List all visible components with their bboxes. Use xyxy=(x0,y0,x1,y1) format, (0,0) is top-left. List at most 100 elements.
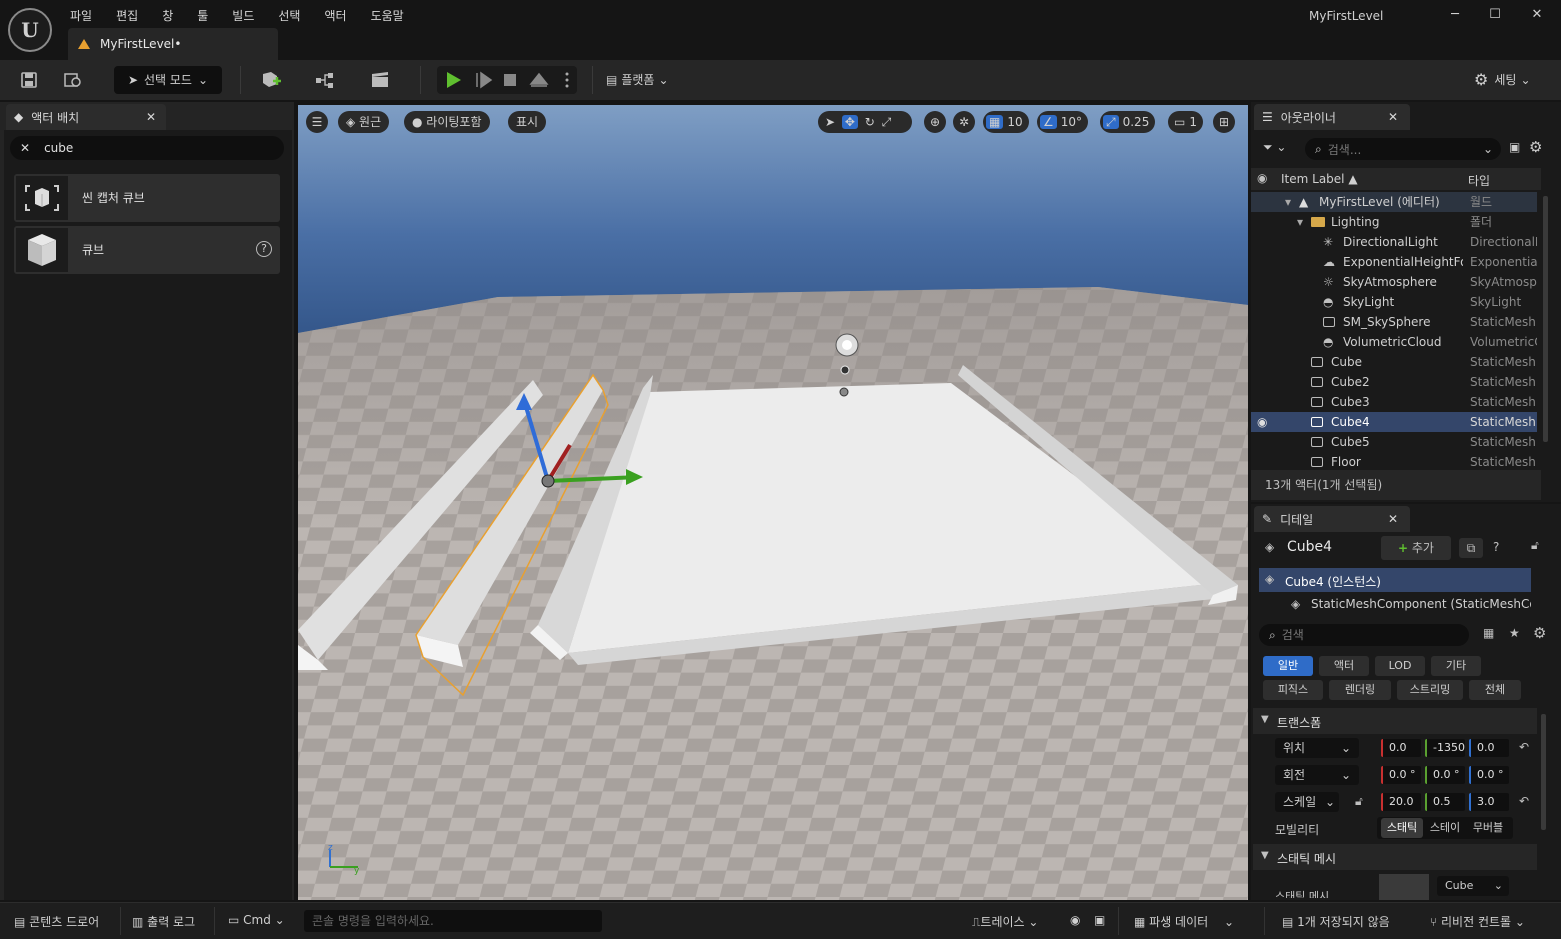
move-tool-icon[interactable]: ✥ xyxy=(841,115,858,129)
content-drawer-button[interactable]: ▤ 콘텐츠 드로어 xyxy=(14,913,99,930)
outliner-settings-icon[interactable]: ⚙ xyxy=(1529,138,1542,156)
unsaved-button[interactable]: ▤ 1개 저장되지 않음 xyxy=(1282,913,1390,930)
outliner-row[interactable]: ☼ SkyAtmosphere SkyAtmosp xyxy=(1251,272,1537,292)
outliner-row-selected[interactable]: ◉ Cube4 StaticMesh. xyxy=(1251,412,1537,432)
filter-misc[interactable]: 기타 xyxy=(1431,656,1481,676)
mobility-stationary[interactable]: 스테이 xyxy=(1425,818,1465,838)
console-input[interactable]: 콘솔 명령을 입력하세요. xyxy=(304,910,602,932)
outliner-scrollbar[interactable] xyxy=(1543,196,1548,442)
scale-z-field[interactable]: 3.0 xyxy=(1469,793,1509,811)
menu-actor[interactable]: 액터 xyxy=(324,7,346,24)
filter-physics[interactable]: 피직스 xyxy=(1263,680,1323,700)
add-actor-icon[interactable] xyxy=(252,66,292,94)
lock-scale-icon[interactable]: 🔓︎ xyxy=(1355,794,1363,809)
viewport-layout-icon[interactable]: ⊞ xyxy=(1213,111,1235,133)
table-view-icon[interactable]: ▦ xyxy=(1483,626,1494,640)
menu-edit[interactable]: 편집 xyxy=(116,7,138,24)
clear-search-icon[interactable]: ✕ xyxy=(20,141,30,155)
transform-section-header[interactable]: ▼ 트랜스폼 xyxy=(1253,708,1537,734)
perspective-button[interactable]: ◈ 원근 xyxy=(338,111,390,133)
col-type[interactable]: 타입 xyxy=(1468,172,1490,189)
rotation-y-field[interactable]: 0.0 ° xyxy=(1425,766,1465,784)
filter-actor[interactable]: 액터 xyxy=(1319,656,1369,676)
world-local-icon[interactable]: ⊕ xyxy=(924,111,946,133)
menu-help[interactable]: 도움말 xyxy=(371,7,404,24)
star-icon[interactable]: ★ xyxy=(1509,626,1520,640)
outliner-row[interactable]: Cube3 StaticMesh. xyxy=(1251,392,1537,412)
help-icon[interactable]: ? xyxy=(1493,540,1499,554)
add-component-button[interactable]: + 추가 xyxy=(1381,536,1451,560)
browse-icon[interactable] xyxy=(58,66,88,94)
col-item-label[interactable]: Item Label ▲ xyxy=(1281,172,1358,186)
details-tab[interactable]: ✎ 디테일 ✕ xyxy=(1254,506,1410,532)
blueprint-icon[interactable]: ⧉ xyxy=(1459,538,1483,558)
location-y-field[interactable]: -1350 xyxy=(1425,739,1465,757)
asset-item-scene-capture-cube[interactable]: 씬 캡처 큐브 xyxy=(14,174,280,222)
record-icon[interactable]: ◉ xyxy=(1070,913,1080,927)
mobility-static[interactable]: 스태틱 xyxy=(1381,818,1423,838)
camera-speed-button[interactable]: ▭ 1 xyxy=(1168,111,1203,133)
visibility-icon[interactable]: ◉ xyxy=(1257,412,1267,432)
outliner-row[interactable]: ◓ SkyLight SkyLight xyxy=(1251,292,1537,312)
details-settings-icon[interactable]: ⚙ xyxy=(1533,624,1546,642)
outliner-row[interactable]: ▾ Lighting 폴더 xyxy=(1251,212,1537,232)
cmd-dropdown[interactable]: ▭ Cmd ⌄ xyxy=(228,913,285,927)
filter-icon[interactable]: ⏷ ⌄ xyxy=(1263,140,1286,155)
settings-dropdown[interactable]: ⚙ 세팅 ⌄ xyxy=(1474,66,1544,94)
show-button[interactable]: 표시 xyxy=(508,111,547,133)
save-icon[interactable] xyxy=(14,66,44,94)
filter-lod[interactable]: LOD xyxy=(1375,656,1425,676)
surface-snap-icon[interactable]: ✲ xyxy=(953,111,975,133)
maximize-button[interactable]: ☐ xyxy=(1480,4,1510,26)
asset-item-cube[interactable]: 큐브 ? xyxy=(14,226,280,274)
trace-dropdown[interactable]: ⎍트레이스 ⌄ xyxy=(972,913,1038,930)
outliner-row[interactable]: Cube StaticMesh. xyxy=(1251,352,1537,372)
outliner-row[interactable]: ◓ VolumetricCloud VolumetricC xyxy=(1251,332,1537,352)
select-tool-icon[interactable]: ➤ xyxy=(825,115,835,129)
selection-mode-dropdown[interactable]: ➤ 선택 모드 ⌄ xyxy=(114,66,222,94)
outliner-row[interactable]: ▾ ▲ MyFirstLevel (에디터) 월드 xyxy=(1251,192,1537,212)
static-mesh-dropdown[interactable]: Cube ⌄ xyxy=(1437,876,1509,896)
place-actors-tab[interactable]: ◆ 액터 배치 ✕ xyxy=(6,104,166,130)
outliner-search-input[interactable]: ⌕ 검색... ⌄ xyxy=(1305,138,1501,160)
location-z-field[interactable]: 0.0 xyxy=(1469,739,1509,757)
revision-control-dropdown[interactable]: ⑂ 리비전 컨트롤 ⌄ xyxy=(1430,913,1525,930)
blueprint-icon[interactable] xyxy=(306,66,346,94)
rotation-z-field[interactable]: 0.0 ° xyxy=(1469,766,1509,784)
level-document-tab[interactable]: MyFirstLevel• xyxy=(68,28,278,60)
static-mesh-section-header[interactable]: ▼ 스태틱 메시 xyxy=(1253,844,1537,870)
reset-location-icon[interactable]: ↶ xyxy=(1519,740,1529,754)
menu-tools[interactable]: 툴 xyxy=(197,7,208,24)
menu-file[interactable]: 파일 xyxy=(70,7,92,24)
outliner-row[interactable]: SM_SkySphere StaticMesh. xyxy=(1251,312,1537,332)
component-row-selected[interactable]: ◈ Cube4 (인스턴스) xyxy=(1259,568,1531,592)
outliner-tab[interactable]: ☰ 아웃라이너 ✕ xyxy=(1254,104,1410,130)
rotation-dropdown[interactable]: 회전 ⌄ xyxy=(1275,765,1359,785)
close-tab-icon[interactable]: ✕ xyxy=(1388,110,1398,124)
lit-mode-button[interactable]: ● 라이팅포함 xyxy=(404,111,490,133)
menu-select[interactable]: 선택 xyxy=(278,7,300,24)
mesh-thumbnail[interactable] xyxy=(1379,874,1429,900)
close-tab-icon[interactable]: ✕ xyxy=(146,110,156,124)
scale-snap-button[interactable]: ⤢ 0.25 xyxy=(1100,111,1156,133)
screenshot-icon[interactable]: ▣ xyxy=(1094,913,1105,927)
reset-scale-icon[interactable]: ↶ xyxy=(1519,794,1529,808)
menu-window[interactable]: 창 xyxy=(162,7,173,24)
output-log-button[interactable]: ▥ 출력 로그 xyxy=(132,913,195,930)
location-dropdown[interactable]: 위치 ⌄ xyxy=(1275,738,1359,758)
close-button[interactable]: ✕ xyxy=(1522,4,1552,26)
outliner-row[interactable]: ☁ ExponentialHeightFo Exponential xyxy=(1251,252,1537,272)
help-icon[interactable]: ? xyxy=(256,241,272,257)
scale-dropdown[interactable]: 스케일 ⌄ xyxy=(1275,792,1339,812)
filter-rendering[interactable]: 렌더링 xyxy=(1329,680,1391,700)
menu-build[interactable]: 빌드 xyxy=(232,7,254,24)
details-scrollbar[interactable] xyxy=(1541,714,1546,830)
viewport-menu-icon[interactable]: ☰ xyxy=(306,111,328,133)
scale-tool-icon[interactable]: ⤢ xyxy=(882,115,892,129)
cinematics-icon[interactable] xyxy=(362,66,402,94)
lock-icon[interactable]: 🔓︎ xyxy=(1531,538,1539,553)
minimize-button[interactable]: ─ xyxy=(1440,4,1470,26)
outliner-row[interactable]: ✳ DirectionalLight DirectionalL xyxy=(1251,232,1537,252)
add-folder-icon[interactable]: ▣ xyxy=(1509,140,1520,154)
filter-all[interactable]: 전체 xyxy=(1469,680,1521,700)
